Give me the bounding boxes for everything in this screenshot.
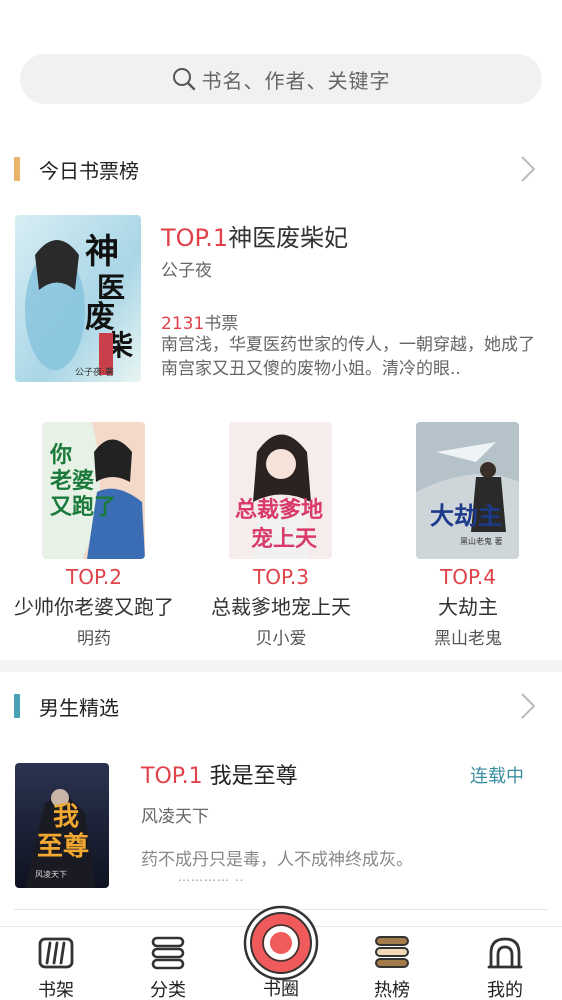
ranking-item-top3[interactable]: TOP.3 总裁爹地宠上天 贝小爱 xyxy=(187,565,375,649)
tab-profile[interactable]: 我的 xyxy=(449,927,561,1000)
book-cover-top1[interactable]: 神 医 废 柴 公子夜·著 xyxy=(15,215,141,382)
search-icon xyxy=(172,68,195,91)
book-description: 药不成丹只是毒，人不成神终成灰。 xyxy=(141,850,413,870)
svg-text:老婆: 老婆 xyxy=(49,468,94,494)
book-title: 少帅你老婆又跑了 xyxy=(14,595,174,619)
hot-list-icon xyxy=(375,936,409,968)
vote-count: 2131书票 xyxy=(161,314,239,334)
male-picks-header[interactable]: 男生精选 xyxy=(0,686,562,726)
section-divider xyxy=(0,660,562,672)
tab-bookshelf[interactable]: 书架 xyxy=(0,927,112,1000)
circle-icon xyxy=(243,905,319,981)
book-cover-top4[interactable]: 大劫主 黑山老鬼 著 xyxy=(416,422,519,559)
search-bar[interactable]: 书名、作者、关键字 xyxy=(20,54,542,104)
svg-text:总裁爹地: 总裁爹地 xyxy=(235,497,323,523)
tab-label: 热榜 xyxy=(374,980,410,1000)
serial-status-badge: 连载中 xyxy=(470,766,524,787)
section-accent-bar xyxy=(14,694,20,718)
book-title: 总裁爹地宠上天 xyxy=(211,595,351,619)
tab-label: 分类 xyxy=(150,980,186,1000)
book-title-top1[interactable]: TOP.1神医废柴妃 xyxy=(161,218,348,253)
book-cover-top2[interactable]: 你 老婆 又跑了 xyxy=(42,422,145,559)
section-accent-bar xyxy=(14,157,20,181)
tab-circle[interactable] xyxy=(243,905,319,981)
svg-text:风凌天下: 风凌天下 xyxy=(35,869,67,879)
book-cover-top3[interactable]: 总裁爹地 宠上天 xyxy=(229,422,332,559)
ticket-ranking-header[interactable]: 今日书票榜 xyxy=(0,149,562,189)
book-author: 明药 xyxy=(77,629,111,649)
rank-label: TOP.4 xyxy=(440,565,496,589)
svg-text:至尊: 至尊 xyxy=(37,831,89,862)
tab-hot-list[interactable]: 热榜 xyxy=(336,927,448,1000)
search-placeholder: 书名、作者、关键字 xyxy=(201,68,391,93)
tab-label: 书架 xyxy=(38,980,74,1000)
book-author: 贝小爱 xyxy=(255,629,307,649)
svg-text:大劫主: 大劫主 xyxy=(430,501,502,530)
rank-label: TOP.3 xyxy=(253,565,309,589)
book-title-male-top1[interactable]: TOP.1 我是至尊 xyxy=(141,758,298,790)
book-cover-male-top1[interactable]: 我 至尊 风凌天下 xyxy=(15,763,109,888)
svg-text:黑山老鬼 著: 黑山老鬼 著 xyxy=(460,536,503,546)
cover-author-text: 公子夜·著 xyxy=(75,366,114,378)
profile-icon xyxy=(487,937,523,969)
svg-text:宠上天: 宠上天 xyxy=(251,526,318,552)
svg-text:你: 你 xyxy=(49,442,72,468)
book-author: 公子夜 xyxy=(161,261,212,281)
section-title: 今日书票榜 xyxy=(39,158,139,183)
category-icon xyxy=(151,936,185,970)
book-author: 风凌天下 xyxy=(141,807,209,827)
svg-text:又跑了: 又跑了 xyxy=(50,494,116,520)
book-title: 大劫主 xyxy=(438,595,498,619)
book-description: 南宫浅，华夏医药世家的传人，一朝穿越，她成了南宫家又丑又傻的废物小姐。清冷的眼.… xyxy=(161,335,535,379)
book-author: 黑山老鬼 xyxy=(434,629,502,649)
search-input[interactable]: 书名、作者、关键字 xyxy=(20,54,542,104)
chevron-right-icon[interactable] xyxy=(518,691,538,721)
ranking-item-top4[interactable]: TOP.4 大劫主 黑山老鬼 xyxy=(374,565,562,649)
tab-label: 书圈 xyxy=(263,979,299,1000)
section-title: 男生精选 xyxy=(39,695,119,720)
bookshelf-icon xyxy=(38,937,74,969)
tab-category[interactable]: 分类 xyxy=(112,927,224,1000)
description-ellipsis: ………… .. xyxy=(178,870,245,884)
svg-text:神: 神 xyxy=(85,232,119,272)
ranking-item-top2[interactable]: TOP.2 少帅你老婆又跑了 明药 xyxy=(0,565,188,649)
tab-label: 我的 xyxy=(487,980,523,1000)
chevron-right-icon[interactable] xyxy=(518,154,538,184)
rank-label: TOP.2 xyxy=(66,565,122,589)
svg-text:我: 我 xyxy=(53,802,79,832)
